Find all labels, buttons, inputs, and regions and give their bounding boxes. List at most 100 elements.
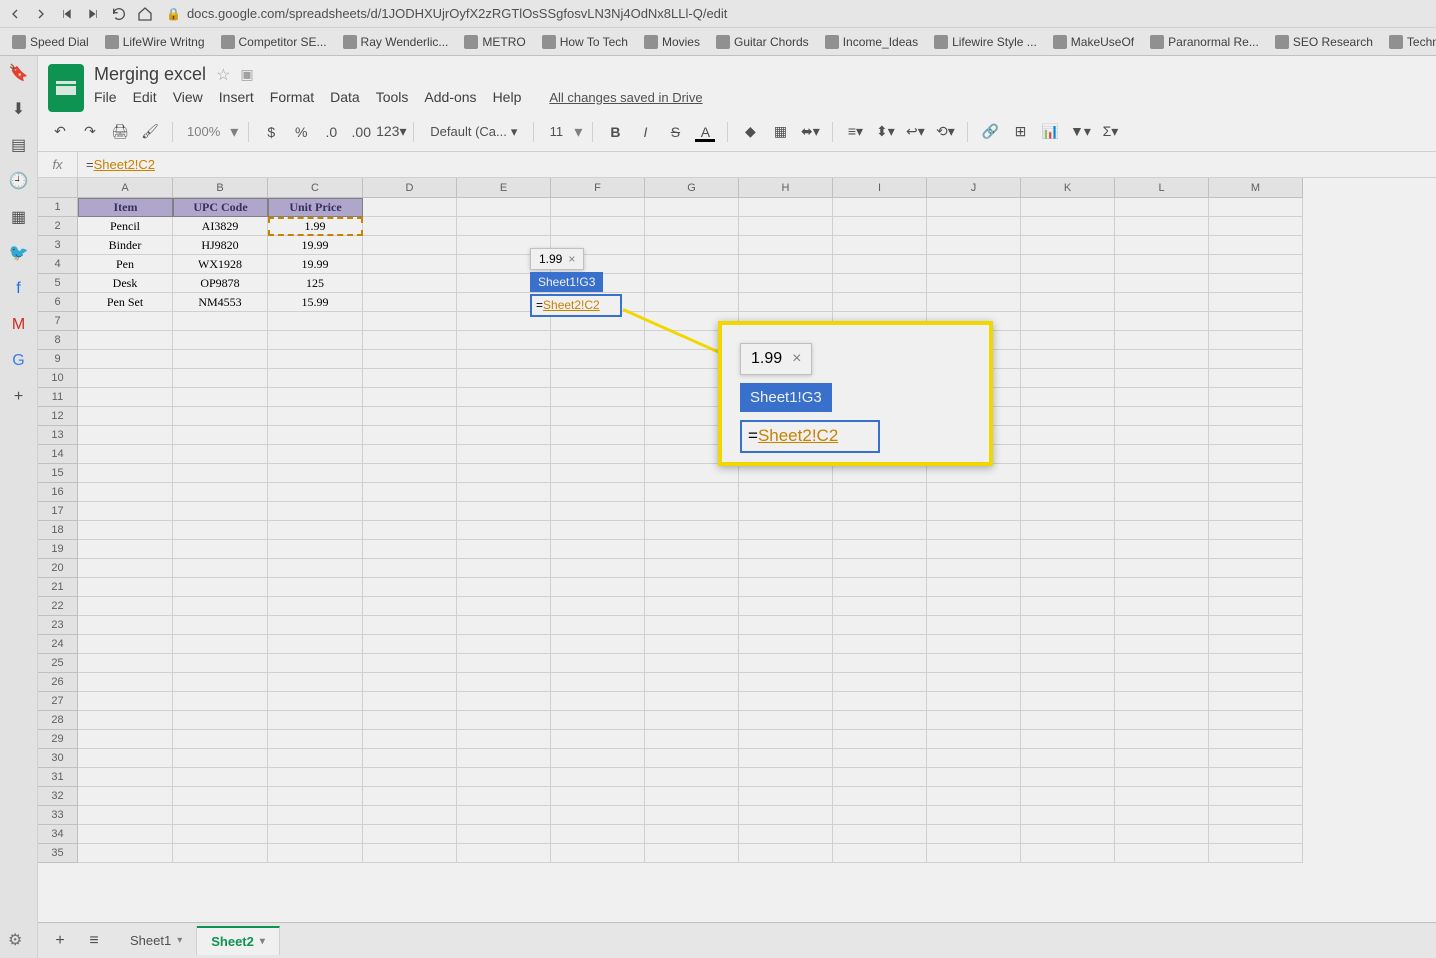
cell[interactable] [78,426,173,445]
cell[interactable] [78,521,173,540]
cell[interactable] [457,388,551,407]
cell[interactable] [927,217,1021,236]
cell[interactable] [78,331,173,350]
menu-tools[interactable]: Tools [376,89,409,105]
cell[interactable]: Unit Price [268,198,363,217]
cell[interactable] [739,521,833,540]
cell[interactable] [1209,540,1303,559]
cell[interactable] [927,236,1021,255]
cell[interactable] [1115,825,1209,844]
cell[interactable] [1115,388,1209,407]
decrease-decimal-button[interactable]: .0 [319,120,343,144]
cell[interactable] [78,388,173,407]
cell[interactable] [173,844,268,863]
cell[interactable] [363,654,457,673]
cell[interactable] [457,350,551,369]
cell[interactable] [1209,331,1303,350]
cell[interactable] [363,388,457,407]
cell[interactable] [173,635,268,654]
cell[interactable] [551,559,645,578]
rewind-button[interactable] [58,5,76,23]
cell[interactable] [363,483,457,502]
cell[interactable] [739,730,833,749]
cell[interactable] [1209,673,1303,692]
cell[interactable] [927,540,1021,559]
cell[interactable] [645,521,739,540]
cell[interactable] [78,711,173,730]
cell[interactable] [645,274,739,293]
bookmark-item[interactable]: Income_Ideas [819,33,924,51]
menu-insert[interactable]: Insert [219,89,254,105]
cell[interactable] [1209,502,1303,521]
cell[interactable] [1115,464,1209,483]
cell[interactable] [551,521,645,540]
cell[interactable] [363,825,457,844]
cell[interactable] [927,673,1021,692]
cell[interactable] [1209,521,1303,540]
cell[interactable] [1209,388,1303,407]
cell[interactable] [1021,483,1115,502]
cell[interactable] [833,787,927,806]
cell[interactable] [1021,730,1115,749]
cell[interactable] [78,787,173,806]
row-header[interactable]: 8 [38,331,78,350]
cell[interactable] [551,369,645,388]
row-header[interactable]: 10 [38,369,78,388]
cell[interactable] [833,217,927,236]
column-header[interactable]: G [645,178,739,198]
row-header[interactable]: 1 [38,198,78,217]
cell[interactable] [457,673,551,692]
cell[interactable]: NM4553 [173,293,268,312]
cell[interactable] [173,445,268,464]
cell[interactable] [1021,825,1115,844]
cell[interactable] [268,654,363,673]
cell[interactable] [1115,730,1209,749]
cell[interactable] [551,198,645,217]
row-header[interactable]: 14 [38,445,78,464]
bookmark-item[interactable]: Ray Wenderlic... [337,33,455,51]
column-header[interactable]: M [1209,178,1303,198]
cell[interactable] [268,806,363,825]
row-header[interactable]: 32 [38,787,78,806]
cell[interactable] [457,521,551,540]
cell[interactable] [1209,198,1303,217]
cell[interactable] [268,673,363,692]
cell[interactable] [1209,255,1303,274]
cell[interactable] [363,559,457,578]
cell[interactable] [645,768,739,787]
sheet-tab-sheet2[interactable]: Sheet2 ▾ [197,926,280,955]
bookmark-item[interactable]: METRO [458,33,531,51]
cell[interactable] [551,217,645,236]
menu-file[interactable]: File [94,89,117,105]
cell[interactable] [1115,293,1209,312]
cell[interactable]: 125 [268,274,363,293]
cell[interactable] [1115,540,1209,559]
cell[interactable] [927,597,1021,616]
cell[interactable] [457,749,551,768]
cell[interactable] [1209,426,1303,445]
column-header[interactable]: I [833,178,927,198]
cell[interactable] [927,749,1021,768]
cell[interactable] [1209,578,1303,597]
cell[interactable] [457,578,551,597]
row-header[interactable]: 26 [38,673,78,692]
cell[interactable] [268,768,363,787]
cell[interactable] [739,825,833,844]
cell[interactable] [1209,825,1303,844]
cell[interactable] [363,692,457,711]
italic-button[interactable]: I [633,120,657,144]
cell[interactable] [1115,711,1209,730]
cell[interactable] [551,730,645,749]
cell[interactable] [551,388,645,407]
cell[interactable] [78,844,173,863]
cell[interactable] [1021,806,1115,825]
cell[interactable] [363,502,457,521]
cell[interactable] [739,768,833,787]
gmail-icon[interactable]: M [10,316,28,334]
cell[interactable] [268,350,363,369]
cell[interactable] [268,445,363,464]
cell[interactable] [457,369,551,388]
cell[interactable] [739,198,833,217]
cell[interactable] [833,578,927,597]
row-header[interactable]: 4 [38,255,78,274]
